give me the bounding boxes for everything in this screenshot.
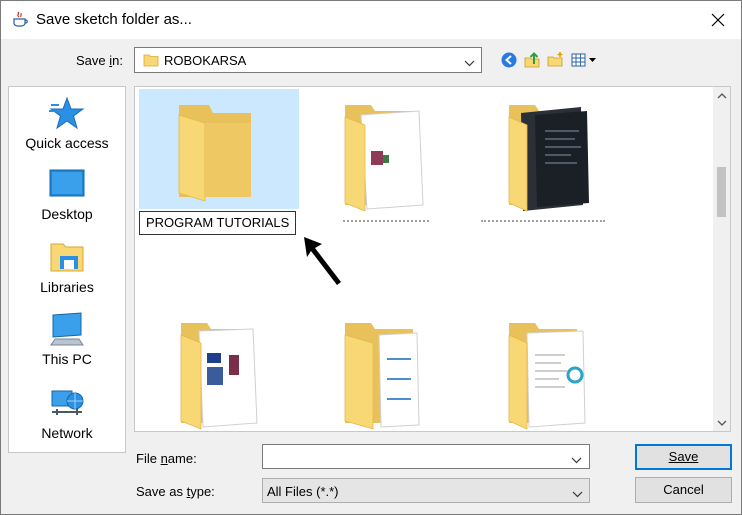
save-as-type-label: Save as type: [136, 484, 215, 499]
view-menu-icon [571, 53, 596, 67]
folder-with-documents-icon [344, 105, 424, 211]
computer-icon [50, 312, 84, 346]
scroll-down-button[interactable] [713, 414, 730, 431]
back-button[interactable] [498, 49, 520, 71]
pointer-arrow-icon [304, 237, 341, 285]
chevron-down-icon [572, 486, 583, 501]
save-button[interactable]: Save [635, 444, 732, 470]
up-one-level-button[interactable] [521, 49, 543, 71]
file-name-label[interactable]: PROGRAM TUTORIALS [139, 211, 297, 235]
chevron-down-icon[interactable] [571, 452, 582, 467]
place-this-pc[interactable]: This PC [9, 311, 125, 367]
place-label: Network [41, 425, 93, 441]
place-desktop[interactable]: Desktop [9, 168, 125, 222]
save-as-type-value: All Files (*.*) [267, 484, 339, 499]
place-label: Libraries [40, 279, 94, 295]
place-network[interactable]: Network [9, 385, 125, 441]
place-label: Quick access [25, 135, 109, 151]
place-label: This PC [42, 351, 92, 367]
chevron-down-icon [464, 55, 475, 70]
file-list[interactable]: PROGRAM TUTORIALS [134, 86, 731, 432]
place-label: Desktop [41, 206, 93, 222]
folder-item[interactable] [301, 309, 465, 431]
file-name-label [343, 220, 429, 224]
save-in-label: Save in: [76, 53, 123, 68]
star-icon [49, 96, 85, 130]
java-icon [11, 10, 29, 28]
folder-icon [143, 53, 159, 70]
chevron-up-icon [717, 92, 726, 98]
file-name-label [481, 220, 605, 224]
save-dialog: Save sketch folder as... Save in: ROBOKA… [0, 0, 742, 515]
back-icon [501, 52, 517, 68]
file-name-input[interactable] [262, 444, 590, 469]
scroll-up-button[interactable] [713, 87, 730, 104]
folder-item[interactable] [467, 87, 631, 233]
file-name-field-label: File name: [136, 451, 197, 466]
title-bar: Save sketch folder as... [1, 1, 741, 39]
close-icon [711, 13, 725, 27]
folder-with-documents-icon [508, 323, 586, 430]
close-button[interactable] [695, 1, 741, 39]
folder-item[interactable] [467, 309, 631, 431]
folder-item[interactable] [135, 309, 299, 431]
vertical-scrollbar[interactable] [713, 87, 730, 431]
new-folder-button[interactable] [545, 49, 567, 71]
save-in-combobox[interactable]: ROBOKARSA [134, 47, 482, 73]
chevron-down-icon [717, 420, 726, 426]
folder-with-documents-icon [344, 323, 420, 430]
desktop-icon [49, 169, 85, 197]
new-folder-icon [547, 52, 563, 67]
folder-icon [178, 105, 251, 201]
folder-with-documents-icon [180, 323, 258, 430]
place-quick-access[interactable]: Quick access [9, 95, 125, 151]
folder-item-program-tutorials[interactable]: PROGRAM TUTORIALS [135, 87, 299, 235]
window-title: Save sketch folder as... [36, 11, 192, 28]
places-bar: Quick access Desktop Libraries This PC N… [8, 86, 126, 453]
up-one-level-icon [524, 52, 540, 68]
folder-item[interactable] [301, 87, 465, 233]
save-in-value: ROBOKARSA [164, 53, 247, 68]
view-menu-button[interactable] [570, 49, 600, 71]
save-button-label: Save [668, 449, 699, 464]
scrollbar-thumb[interactable] [717, 167, 726, 217]
network-icon [51, 390, 84, 415]
place-libraries[interactable]: Libraries [9, 239, 125, 295]
libraries-icon [50, 243, 84, 272]
cancel-button[interactable]: Cancel [635, 477, 732, 503]
save-as-type-select[interactable]: All Files (*.*) [262, 478, 590, 503]
cancel-button-label: Cancel [663, 482, 704, 497]
folder-with-screenshots-icon [508, 105, 589, 212]
